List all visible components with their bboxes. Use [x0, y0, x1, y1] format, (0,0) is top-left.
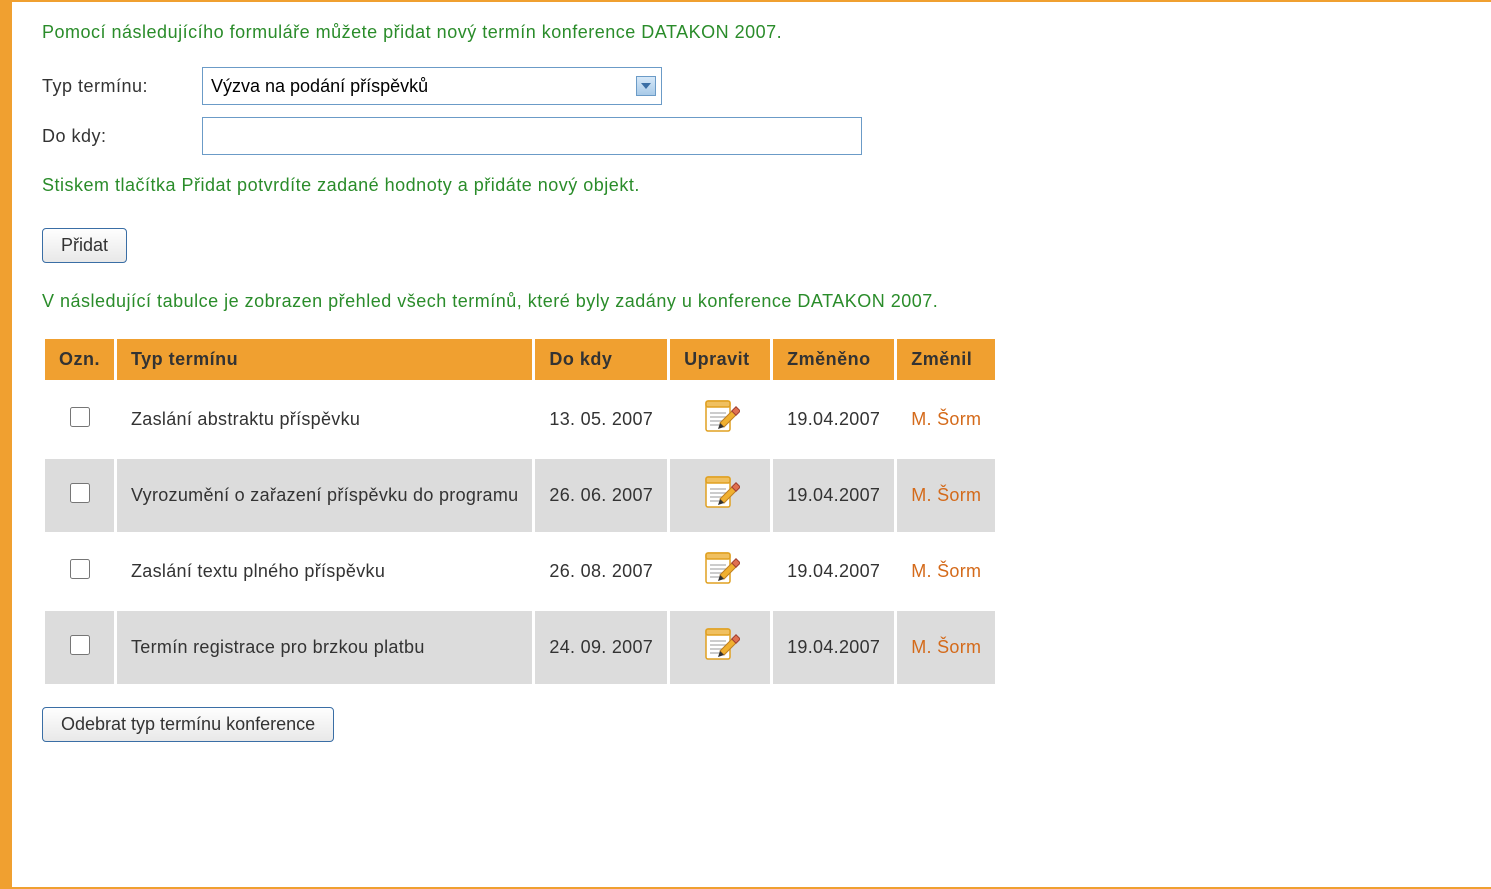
table-row: Zaslání abstraktu příspěvku13. 05. 2007 …	[45, 383, 995, 456]
until-label: Do kdy:	[42, 126, 202, 147]
col-changed: Změněno	[773, 339, 894, 380]
row-changed: 19.04.2007	[773, 611, 894, 684]
add-form: Typ termínu: Výzva na podání příspěvků D…	[42, 67, 1461, 155]
edit-icon[interactable]	[700, 625, 740, 665]
row-until: 26. 06. 2007	[535, 459, 667, 532]
row-until: 26. 08. 2007	[535, 535, 667, 608]
row-changed-by: M. Šorm	[897, 459, 995, 532]
type-select[interactable]: Výzva na podání příspěvků	[202, 67, 662, 105]
type-label: Typ termínu:	[42, 76, 202, 97]
row-until: 24. 09. 2007	[535, 611, 667, 684]
row-changed: 19.04.2007	[773, 459, 894, 532]
row-type: Vyrozumění o zařazení příspěvku do progr…	[117, 459, 532, 532]
until-input[interactable]	[202, 117, 862, 155]
row-until: 13. 05. 2007	[535, 383, 667, 456]
row-changed-by: M. Šorm	[897, 611, 995, 684]
row-changed: 19.04.2007	[773, 383, 894, 456]
row-checkbox[interactable]	[70, 407, 90, 427]
edit-icon[interactable]	[700, 473, 740, 513]
row-changed-by: M. Šorm	[897, 535, 995, 608]
edit-icon[interactable]	[700, 549, 740, 589]
remove-button[interactable]: Odebrat typ termínu konference	[42, 707, 334, 742]
row-type: Termín registrace pro brzkou platbu	[117, 611, 532, 684]
col-changed-by: Změnil	[897, 339, 995, 380]
row-type: Zaslání textu plného příspěvku	[117, 535, 532, 608]
edit-icon[interactable]	[700, 397, 740, 437]
table-row: Zaslání textu plného příspěvku26. 08. 20…	[45, 535, 995, 608]
col-type: Typ termínu	[117, 339, 532, 380]
row-checkbox[interactable]	[70, 483, 90, 503]
table-row: Vyrozumění o zařazení příspěvku do progr…	[45, 459, 995, 532]
row-checkbox[interactable]	[70, 559, 90, 579]
confirm-text: Stiskem tlačítka Přidat potvrdíte zadané…	[42, 175, 1461, 196]
row-type: Zaslání abstraktu příspěvku	[117, 383, 532, 456]
row-changed-by: M. Šorm	[897, 383, 995, 456]
col-mark: Ozn.	[45, 339, 114, 380]
table-intro-text: V následující tabulce je zobrazen přehle…	[42, 291, 1461, 312]
table-row: Termín registrace pro brzkou platbu24. 0…	[45, 611, 995, 684]
row-checkbox[interactable]	[70, 635, 90, 655]
col-until: Do kdy	[535, 339, 667, 380]
add-button[interactable]: Přidat	[42, 228, 127, 263]
intro-text: Pomocí následujícího formuláře můžete př…	[42, 22, 1461, 43]
terms-table: Ozn. Typ termínu Do kdy Upravit Změněno …	[42, 336, 998, 687]
row-changed: 19.04.2007	[773, 535, 894, 608]
col-edit: Upravit	[670, 339, 770, 380]
